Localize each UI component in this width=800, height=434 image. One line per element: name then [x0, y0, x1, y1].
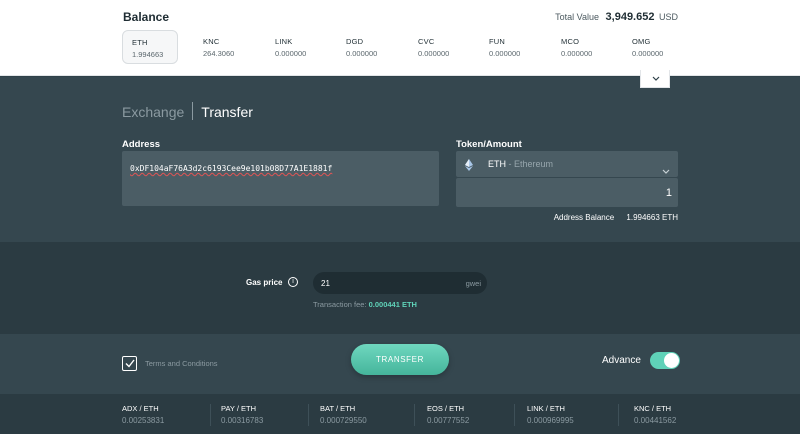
token-select[interactable]: ETH - Ethereum [456, 151, 678, 177]
token-amount: 0.000000 [561, 49, 593, 58]
rate-value: 0.000969995 [527, 416, 574, 425]
token-amount: 0.000000 [489, 49, 521, 58]
gas-price-field[interactable]: gwei [313, 272, 487, 294]
token-balance-omg[interactable]: OMG 0.000000 [623, 30, 679, 64]
token-amount: 0.000000 [346, 49, 378, 58]
chevron-down-icon[interactable] [662, 161, 670, 179]
address-balance: Address Balance 1.994663 ETH [554, 213, 678, 222]
rate-pair: EOS / ETH [427, 404, 465, 413]
actions-bar: Terms and Conditions TRANSFER Advance [0, 334, 800, 394]
rate-value: 0.00253831 [122, 416, 165, 425]
rate-value: 0.00441562 [634, 416, 677, 425]
rate-value: 0.00316783 [221, 416, 264, 425]
token-balance-list: ETH 1.994663 KNC 264.3060 LINK 0.000000 … [122, 30, 682, 64]
rate-pair: LINK / ETH [527, 404, 565, 413]
transaction-fee-label: Transaction fee: [313, 300, 369, 309]
rate-divider [308, 404, 309, 426]
token-symbol: OMG [632, 37, 651, 46]
mode-tabs: Exchange Transfer [122, 102, 253, 122]
token-symbol: MCO [561, 37, 580, 46]
token-amount: 0.000000 [632, 49, 664, 58]
rate-item: PAY / ETH 0.00316783 [221, 404, 263, 430]
rate-divider [514, 404, 515, 426]
amount-field[interactable] [456, 178, 678, 207]
rate-item: EOS / ETH 0.00777552 [427, 404, 469, 430]
address-balance-value[interactable]: 1.994663 ETH [626, 213, 678, 222]
ethereum-icon [465, 158, 473, 176]
token-select-symbol: ETH [488, 159, 506, 169]
rate-item: BAT / ETH 0.000729550 [320, 404, 367, 430]
rate-value: 0.000729550 [320, 416, 367, 425]
token-symbol: FUN [489, 37, 506, 46]
rate-divider [618, 404, 619, 426]
rates-bar: ADX / ETH 0.00253831 PAY / ETH 0.0031678… [0, 394, 800, 434]
token-symbol: KNC [203, 37, 220, 46]
terms-checkbox[interactable] [122, 356, 137, 371]
toggle-knob [664, 353, 679, 368]
tab-transfer[interactable]: Transfer [201, 104, 253, 120]
rate-value: 0.00777552 [427, 416, 470, 425]
token-balance-dgd[interactable]: DGD 0.000000 [337, 30, 393, 64]
token-balance-eth[interactable]: ETH 1.994663 [122, 30, 178, 64]
total-value: Total Value 3,949.652 USD [555, 11, 678, 23]
token-select-value: ETH - Ethereum [488, 159, 553, 169]
token-amount: 264.3060 [203, 49, 235, 58]
rate-divider [414, 404, 415, 426]
token-amount-label: Token/Amount [456, 139, 522, 150]
rate-pair: BAT / ETH [320, 404, 356, 413]
token-symbol: CVC [418, 37, 435, 46]
token-balance-fun[interactable]: FUN 0.000000 [480, 30, 536, 64]
rate-pair: PAY / ETH [221, 404, 257, 413]
token-select-name: - Ethereum [506, 159, 554, 169]
token-balance-mco[interactable]: MCO 0.000000 [552, 30, 608, 64]
address-label: Address [122, 139, 161, 150]
transaction-fee-value: 0.000441 ETH [368, 300, 417, 309]
token-balance-cvc[interactable]: CVC 0.000000 [409, 30, 465, 64]
rate-divider [210, 404, 211, 426]
chevron-down-icon [652, 76, 660, 81]
balance-title: Balance [123, 10, 170, 24]
tab-divider [192, 102, 194, 120]
balance-collapse-button[interactable] [640, 70, 670, 88]
balance-panel: Balance Total Value 3,949.652 USD ETH 1.… [0, 0, 800, 76]
token-amount: 0.000000 [418, 49, 450, 58]
token-symbol: DGD [346, 37, 364, 46]
rate-pair: ADX / ETH [122, 404, 159, 413]
token-amount: 1.994663 [132, 50, 164, 59]
rate-item: LINK / ETH 0.000969995 [527, 404, 574, 430]
transfer-panel: Exchange Transfer Address 0xDF104aF76A3d2… [0, 77, 800, 242]
rate-item: KNC / ETH 0.00441562 [634, 404, 676, 430]
total-value-amount: 3,949.652 [605, 11, 655, 23]
address-value[interactable]: 0xDF104aF76A3d2c6193Cee9e101b08D77A1E188… [130, 164, 332, 173]
token-amount: 0.000000 [275, 49, 307, 58]
advance-label: Advance [602, 355, 641, 366]
checkmark-icon [125, 359, 135, 368]
advance-toggle[interactable] [650, 352, 680, 369]
address-balance-label: Address Balance [553, 213, 615, 222]
address-field[interactable]: 0xDF104aF76A3d2c6193Cee9e101b08D77A1E188… [122, 151, 439, 206]
info-icon[interactable]: i [288, 277, 298, 287]
gas-section: Gas price i gwei Transaction fee: 0.0004… [0, 242, 800, 334]
token-symbol: ETH [132, 38, 148, 47]
amount-input[interactable] [456, 178, 678, 207]
terms-link[interactable]: Terms and Conditions [145, 359, 218, 368]
rate-item: ADX / ETH 0.00253831 [122, 404, 164, 430]
transfer-button[interactable]: TRANSFER [351, 344, 449, 375]
token-symbol: LINK [275, 37, 293, 46]
token-balance-link[interactable]: LINK 0.000000 [266, 30, 322, 64]
rate-pair: KNC / ETH [634, 404, 672, 413]
gas-price-input[interactable] [321, 272, 441, 294]
token-balance-knc[interactable]: KNC 264.3060 [194, 30, 250, 64]
total-value-label: Total Value [555, 12, 600, 22]
transaction-fee: Transaction fee: 0.000441 ETH [313, 300, 417, 309]
total-value-unit: USD [658, 12, 678, 22]
tab-exchange[interactable]: Exchange [122, 104, 184, 120]
gas-unit: gwei [465, 279, 481, 288]
gas-price-label: Gas price [246, 278, 283, 287]
